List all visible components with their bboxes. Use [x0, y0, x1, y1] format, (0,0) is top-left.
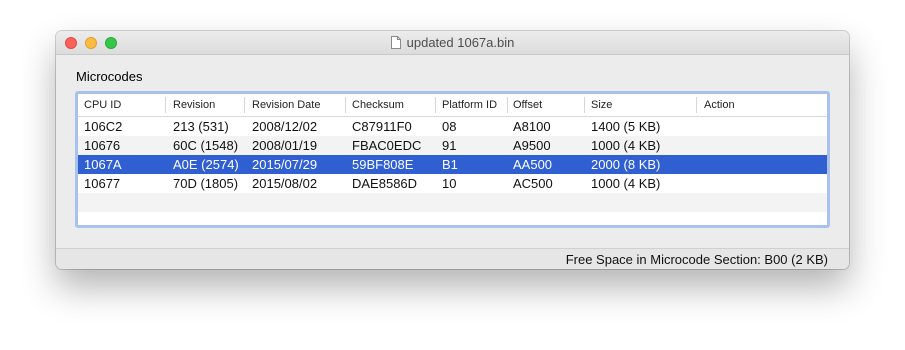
cell-action[interactable]	[700, 174, 704, 193]
cell-action[interactable]	[700, 117, 704, 136]
cell-revision: A0E (2574)	[173, 157, 239, 172]
empty-row	[78, 193, 827, 212]
cell-action[interactable]	[700, 155, 704, 174]
column-divider[interactable]	[584, 97, 585, 113]
column-header-offset[interactable]: Offset	[509, 94, 585, 116]
cell-revision: 60C (1548)	[173, 138, 239, 153]
column-divider[interactable]	[696, 97, 697, 113]
free-space-status: Free Space in Microcode Section: B00 (2 …	[565, 252, 828, 267]
cell-platform-id: 08	[442, 119, 457, 134]
cell-cpu-id: 10676	[84, 138, 121, 153]
cell-cpu-id: 10677	[84, 176, 121, 191]
cell-size: 1400 (5 KB)	[591, 119, 661, 134]
cell-revision-date: 2008/01/19	[252, 138, 318, 153]
document-icon	[390, 36, 401, 49]
cell-action[interactable]	[700, 136, 704, 155]
cell-checksum: DAE8586D	[352, 176, 418, 191]
cell-revision-date: 2008/12/02	[252, 119, 318, 134]
cell-revision: 70D (1805)	[173, 176, 239, 191]
column-header-cpu-id[interactable]: CPU ID	[80, 94, 166, 116]
microcodes-table[interactable]: CPU ID Revision Revision Date Checksum P…	[75, 91, 830, 228]
table-header: CPU ID Revision Revision Date Checksum P…	[78, 94, 827, 117]
microcodes-group-label: Microcodes	[76, 69, 143, 84]
cell-size: 1000 (4 KB)	[591, 138, 661, 153]
column-header-action[interactable]: Action	[700, 94, 820, 116]
column-divider[interactable]	[345, 97, 346, 113]
cell-platform-id: 10	[442, 176, 457, 191]
column-divider[interactable]	[435, 97, 436, 113]
table-row[interactable]: 106C2 213 (531) 2008/12/02 C87911F0 08 A…	[78, 117, 827, 136]
app-window: updated 1067a.bin Microcodes CPU ID Revi…	[56, 31, 849, 269]
column-divider[interactable]	[244, 97, 245, 113]
window-title: updated 1067a.bin	[406, 35, 515, 50]
table-body: 106C2 213 (531) 2008/12/02 C87911F0 08 A…	[78, 117, 827, 225]
cell-platform-id: 91	[442, 138, 457, 153]
column-divider[interactable]	[165, 97, 166, 113]
cell-offset: A8100	[513, 119, 551, 134]
cell-checksum: FBAC0EDC	[352, 138, 422, 153]
column-header-revision[interactable]: Revision	[169, 94, 245, 116]
cell-platform-id: B1	[442, 157, 458, 172]
cell-offset: A9500	[513, 138, 551, 153]
cell-revision-date: 2015/08/02	[252, 176, 318, 191]
cell-size: 2000 (8 KB)	[591, 157, 661, 172]
cell-offset: AA500	[513, 157, 553, 172]
empty-row	[78, 212, 827, 225]
column-divider[interactable]	[507, 97, 508, 113]
cell-checksum: 59BF808E	[352, 157, 414, 172]
column-header-platform-id[interactable]: Platform ID	[438, 94, 508, 116]
table-row[interactable]: 10676 60C (1548) 2008/01/19 FBAC0EDC 91 …	[78, 136, 827, 155]
column-header-checksum[interactable]: Checksum	[348, 94, 436, 116]
table-row[interactable]: 10677 70D (1805) 2015/08/02 DAE8586D 10 …	[78, 174, 827, 193]
cell-revision-date: 2015/07/29	[252, 157, 318, 172]
title-bar[interactable]: updated 1067a.bin	[56, 31, 849, 55]
cell-size: 1000 (4 KB)	[591, 176, 661, 191]
table-row-selected[interactable]: 1067A A0E (2574) 2015/07/29 59BF808E B1 …	[78, 155, 827, 174]
cell-checksum: C87911F0	[352, 119, 412, 134]
cell-offset: AC500	[513, 176, 553, 191]
window-title-group: updated 1067a.bin	[56, 31, 849, 54]
cell-cpu-id: 106C2	[84, 119, 123, 134]
column-header-size[interactable]: Size	[587, 94, 697, 116]
status-bar: Free Space in Microcode Section: B00 (2 …	[56, 248, 849, 269]
cell-revision: 213 (531)	[173, 119, 229, 134]
column-header-revision-date[interactable]: Revision Date	[248, 94, 346, 116]
cell-cpu-id: 1067A	[84, 157, 122, 172]
